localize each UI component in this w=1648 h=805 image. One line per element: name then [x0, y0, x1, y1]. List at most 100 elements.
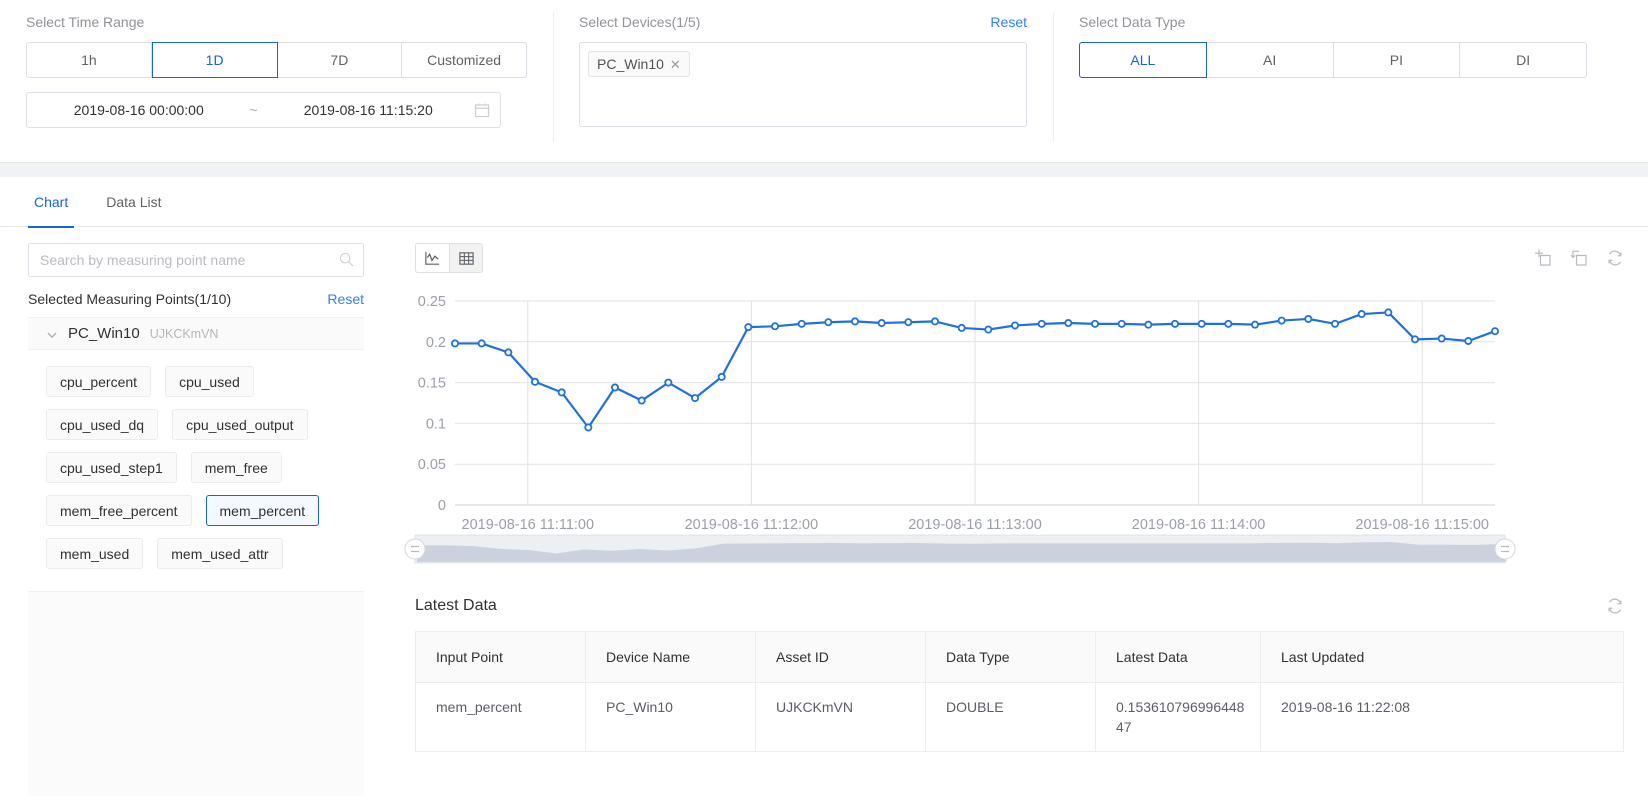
close-icon[interactable]: ✕ — [670, 58, 681, 71]
search-input[interactable] — [28, 243, 364, 277]
devices-label: Select Devices(1/5) — [579, 14, 701, 30]
series-data-point[interactable] — [1144, 320, 1153, 329]
y-axis-tick-label: 0.2 — [426, 335, 446, 351]
series-data-point[interactable] — [797, 319, 806, 328]
point-chip-mem-free-percent[interactable]: mem_free_percent — [46, 495, 192, 526]
search-icon[interactable] — [339, 252, 354, 267]
series-data-point[interactable] — [850, 317, 859, 326]
series-data-point[interactable] — [984, 325, 993, 334]
series-data-point[interactable] — [1224, 319, 1233, 328]
line-chart[interactable]: 0 0.05 0.1 0.15 0.2 0.25 2019-08-16 11:11:00 20… — [387, 283, 1517, 583]
measuring-points-reset-link[interactable]: Reset — [327, 291, 364, 307]
datazoom-handle-left[interactable] — [404, 538, 426, 560]
zoom-area-icon[interactable] — [1534, 249, 1552, 267]
series-data-point[interactable] — [1277, 316, 1286, 325]
measuring-points-empty-area — [28, 591, 364, 796]
chart-container[interactable]: 0 0.05 0.1 0.15 0.2 0.25 2019-08-16 11:11:00 20… — [387, 283, 1648, 583]
point-chip-mem-used[interactable]: mem_used — [46, 538, 144, 569]
series-data-point[interactable] — [1331, 319, 1340, 328]
data-type-option-all[interactable]: ALL — [1079, 42, 1207, 78]
series-data-point[interactable] — [931, 317, 940, 326]
tab-data-list[interactable]: Data List — [100, 177, 167, 227]
series-data-point[interactable] — [664, 378, 673, 387]
table-header-last-updated: Last Updated — [1260, 631, 1624, 683]
tab-chart[interactable]: Chart — [28, 177, 75, 228]
point-chip-cpu-percent[interactable]: cpu_percent — [46, 366, 152, 397]
measuring-point-list: cpu_percent cpu_used cpu_used_dq cpu_use… — [28, 350, 364, 569]
point-chip-cpu-used-step1[interactable]: cpu_used_step1 — [46, 452, 177, 483]
content-row: Selected Measuring Points(1/10) Reset PC… — [0, 227, 1648, 796]
series-data-point[interactable] — [877, 319, 886, 328]
y-axis-tick-label: 0.05 — [418, 457, 446, 473]
series-data-point[interactable] — [1197, 319, 1206, 328]
data-type-option-ai[interactable]: AI — [1206, 42, 1334, 78]
series-data-point[interactable] — [1437, 334, 1446, 343]
table-header-input-point: Input Point — [415, 631, 586, 683]
series-data-point[interactable] — [610, 383, 619, 392]
x-axis-tick-label: 2019-08-16 11:11:00 — [462, 517, 595, 533]
table-grid-icon[interactable] — [449, 243, 483, 273]
point-chip-cpu-used-output[interactable]: cpu_used_output — [172, 409, 308, 440]
latest-data-refresh-icon[interactable] — [1606, 597, 1624, 615]
point-chip-mem-used-attr[interactable]: mem_used_attr — [157, 538, 283, 569]
point-chip-cpu-used-dq[interactable]: cpu_used_dq — [46, 409, 159, 440]
series-data-point[interactable] — [530, 377, 539, 386]
device-group: PC_Win10 UJKCKmVN cpu_percent cpu_used c… — [28, 317, 364, 569]
time-range-option-1d[interactable]: 1D — [151, 42, 278, 78]
series-data-point[interactable] — [1491, 327, 1500, 336]
series-data-point[interactable] — [584, 423, 593, 432]
series-data-point[interactable] — [824, 318, 833, 327]
zoom-restore-icon[interactable] — [1570, 249, 1588, 267]
time-range-option-customized[interactable]: Customized — [402, 42, 527, 78]
series-data-point[interactable] — [770, 322, 779, 331]
series-data-point[interactable] — [504, 348, 513, 357]
filter-bar: Select Time Range 1h 1D 7D Customized 20… — [0, 0, 1648, 163]
devices-multiselect[interactable]: PC_Win10 ✕ — [579, 42, 1027, 127]
date-range-picker[interactable]: 2019-08-16 00:00:00 ~ 2019-08-16 11:15:2… — [26, 92, 501, 128]
series-data-point[interactable] — [1117, 319, 1126, 328]
series-data-point[interactable] — [744, 323, 753, 332]
series-data-point[interactable] — [451, 339, 460, 348]
line-chart-icon[interactable] — [415, 243, 449, 273]
device-group-header[interactable]: PC_Win10 UJKCKmVN — [28, 317, 364, 350]
series-data-point[interactable] — [1064, 319, 1073, 328]
date-range-separator: ~ — [249, 102, 258, 118]
series-data-point[interactable] — [1251, 320, 1260, 329]
date-range-start: 2019-08-16 00:00:00 — [73, 102, 204, 118]
series-data-point[interactable] — [1304, 314, 1313, 323]
device-tag-pc-win10[interactable]: PC_Win10 ✕ — [588, 51, 690, 77]
series-data-point[interactable] — [1011, 321, 1020, 330]
series-data-point[interactable] — [477, 339, 486, 348]
series-data-point[interactable] — [637, 396, 646, 405]
date-range-end: 2019-08-16 11:15:20 — [303, 102, 433, 118]
time-range-option-7d[interactable]: 7D — [277, 42, 403, 78]
datazoom-selected-window[interactable] — [415, 535, 1505, 563]
series-data-point[interactable] — [1037, 319, 1046, 328]
datazoom-handle-right[interactable] — [1494, 538, 1516, 560]
series-data-point[interactable] — [690, 394, 699, 403]
series-data-point[interactable] — [1357, 310, 1366, 319]
chevron-down-icon[interactable] — [46, 328, 58, 340]
selected-points-label: Selected Measuring Points(1/10) — [28, 291, 232, 307]
time-range-option-1h[interactable]: 1h — [26, 42, 152, 78]
table-row[interactable]: mem_percent PC_Win10 UJKCKmVN DOUBLE 0.1… — [415, 682, 1624, 752]
series-data-point[interactable] — [1171, 319, 1180, 328]
series-data-point[interactable] — [1411, 335, 1420, 344]
series-data-point[interactable] — [1384, 308, 1393, 317]
chart-tool-icons — [1534, 249, 1624, 267]
refresh-icon[interactable] — [1606, 249, 1624, 267]
devices-reset-link[interactable]: Reset — [990, 14, 1027, 30]
latest-data-title: Latest Data — [415, 597, 497, 614]
series-data-point[interactable] — [957, 323, 966, 332]
chart-panel: 0 0.05 0.1 0.15 0.2 0.25 2019-08-16 11:11:00 20… — [387, 227, 1648, 796]
point-chip-cpu-used[interactable]: cpu_used — [165, 366, 254, 397]
data-type-option-pi[interactable]: PI — [1333, 42, 1461, 78]
series-data-point[interactable] — [904, 318, 913, 327]
data-type-option-di[interactable]: DI — [1460, 42, 1587, 78]
series-data-point[interactable] — [557, 388, 566, 397]
series-data-point[interactable] — [717, 372, 726, 381]
point-chip-mem-percent[interactable]: mem_percent — [205, 495, 320, 526]
series-data-point[interactable] — [1464, 336, 1473, 345]
series-data-point[interactable] — [1091, 319, 1100, 328]
point-chip-mem-free[interactable]: mem_free — [190, 452, 282, 483]
